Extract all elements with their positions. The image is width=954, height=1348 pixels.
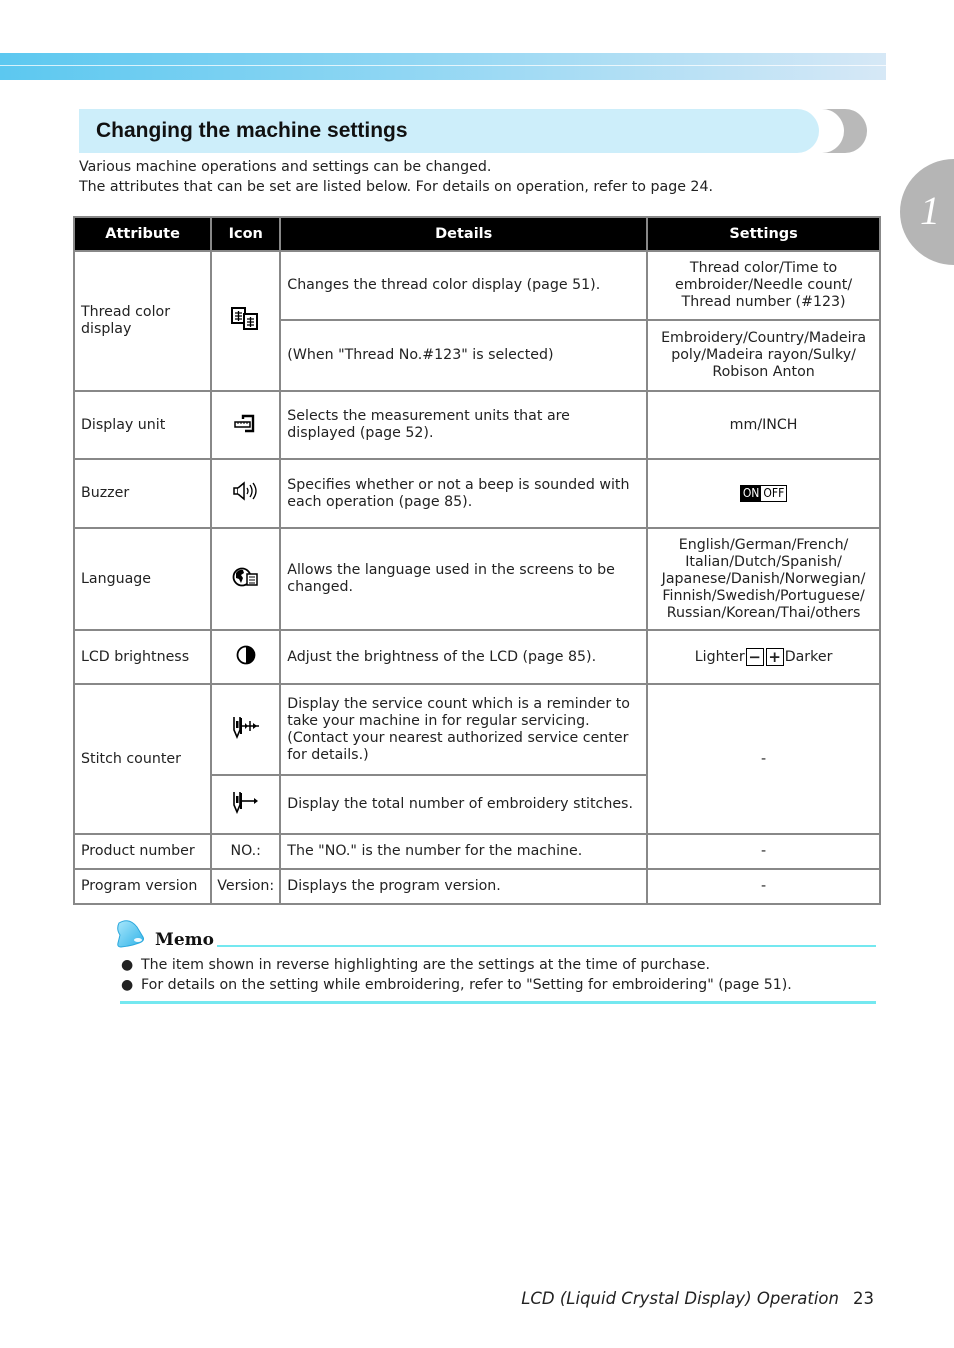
settings-cell: mm/INCH xyxy=(646,390,881,460)
attribute-cell: Stitch counter xyxy=(72,683,213,835)
on-off-toggle: ON OFF xyxy=(739,484,788,502)
attribute-cell: LCD brightness xyxy=(72,629,213,685)
measuring-tape-icon xyxy=(233,414,259,437)
memo-divider-bottom xyxy=(120,1001,876,1004)
details-cell: Specifies whether or not a beep is sound… xyxy=(279,458,649,529)
minus-button-icon: − xyxy=(745,648,764,666)
icon-cell xyxy=(210,250,282,392)
lighter-label: Lighter xyxy=(694,649,745,665)
bullet-icon: ● xyxy=(121,957,134,973)
table-row: Display unit Selects the measurement uni… xyxy=(72,390,881,460)
memo-divider-top xyxy=(217,945,876,947)
thread-spools-icon xyxy=(230,306,262,337)
details-cell: Display the service count which is a rem… xyxy=(279,683,649,776)
settings-table: Attribute Icon Details Settings Thread c… xyxy=(72,216,881,905)
details-cell: The "NO." is the number for the machine. xyxy=(279,833,649,870)
icon-cell xyxy=(210,629,282,685)
header-settings: Settings xyxy=(646,216,881,252)
icon-cell xyxy=(210,458,282,529)
bell-icon xyxy=(113,919,149,955)
plus-button-icon: + xyxy=(765,648,784,666)
chapter-tab: 1 xyxy=(900,159,954,265)
memo-item-text: The item shown in reverse highlighting a… xyxy=(141,957,711,973)
settings-cell: - xyxy=(646,683,881,835)
table-row: LCD brightness Adjust the brightness of … xyxy=(72,629,881,685)
settings-cell: Lighter − + Darker xyxy=(646,629,881,685)
icon-cell xyxy=(210,390,282,460)
page-footer: LCD (Liquid Crystal Display) Operation 23 xyxy=(521,1289,874,1308)
intro-text: Various machine operations and settings … xyxy=(79,157,713,197)
table-row: Buzzer Specifies whether or not a beep i… xyxy=(72,458,881,529)
chapter-number: 1 xyxy=(920,188,940,233)
settings-cell: - xyxy=(646,868,881,905)
memo-list: ● The item shown in reverse highlighting… xyxy=(121,955,881,995)
header-details: Details xyxy=(279,216,649,252)
memo-item: ● The item shown in reverse highlighting… xyxy=(121,955,881,975)
attribute-cell: Buzzer xyxy=(72,458,213,529)
attribute-cell: Thread color display xyxy=(72,250,213,392)
section-title: Changing the machine settings xyxy=(96,119,408,142)
icon-cell xyxy=(210,527,282,631)
memo-item: ● For details on the setting while embro… xyxy=(121,975,881,995)
table-header-row: Attribute Icon Details Settings xyxy=(72,216,881,252)
table-row: Language Allows the language used in the… xyxy=(72,527,881,631)
icon-cell: Version: xyxy=(210,868,282,905)
darker-label: Darker xyxy=(784,649,833,665)
attribute-cell: Product number xyxy=(72,833,213,870)
settings-cell: - xyxy=(646,833,881,870)
footer-title: LCD (Liquid Crystal Display) Operation xyxy=(521,1289,839,1308)
icon-cell: NO.: xyxy=(210,833,282,870)
icon-cell xyxy=(210,683,282,776)
settings-cell: English/German/French/ Italian/Dutch/Spa… xyxy=(646,527,881,631)
attribute-cell: Display unit xyxy=(72,390,213,460)
top-decorative-band xyxy=(0,53,886,80)
details-cell: Allows the language used in the screens … xyxy=(279,527,649,631)
details-cell: Changes the thread color display (page 5… xyxy=(279,250,649,321)
speaker-icon xyxy=(232,481,260,505)
details-cell: Display the total number of embroidery s… xyxy=(279,774,649,835)
header-attribute: Attribute xyxy=(72,216,213,252)
attribute-cell: Program version xyxy=(72,868,213,905)
half-circle-brightness-icon xyxy=(235,645,257,670)
off-option: OFF xyxy=(761,485,787,501)
memo-item-text: For details on the setting while embroid… xyxy=(141,977,792,993)
settings-cell: ON OFF xyxy=(646,458,881,529)
details-cell: Selects the measurement units that are d… xyxy=(279,390,649,460)
bullet-icon: ● xyxy=(121,977,134,993)
settings-cell: Thread color/Time to embroider/Needle co… xyxy=(646,250,881,321)
table-row: Program version Version: Displays the pr… xyxy=(72,868,881,905)
table-row: Stitch counter Display the service count… xyxy=(72,683,881,835)
needle-total-count-icon xyxy=(231,792,261,818)
on-option: ON xyxy=(740,485,762,501)
section-header: Changing the machine settings xyxy=(79,109,819,153)
attribute-cell: Language xyxy=(72,527,213,631)
header-icon: Icon xyxy=(210,216,282,252)
table-row: Product number NO.: The "NO." is the num… xyxy=(72,833,881,870)
table-row: Thread color display Changes the thread … xyxy=(72,250,881,392)
icon-cell xyxy=(210,774,282,835)
settings-cell: Embroidery/Country/Madeira poly/Madeira … xyxy=(646,319,881,392)
intro-line-1: Various machine operations and settings … xyxy=(79,159,492,175)
memo-title: Memo xyxy=(155,930,214,950)
details-cell: (When "Thread No.#123" is selected) xyxy=(279,319,649,392)
globe-language-icon xyxy=(232,567,260,593)
details-cell: Displays the program version. xyxy=(279,868,649,905)
intro-line-2: The attributes that can be set are liste… xyxy=(79,179,713,195)
details-cell: Adjust the brightness of the LCD (page 8… xyxy=(279,629,649,685)
needle-service-count-icon xyxy=(231,717,261,743)
page-number: 23 xyxy=(853,1289,874,1308)
